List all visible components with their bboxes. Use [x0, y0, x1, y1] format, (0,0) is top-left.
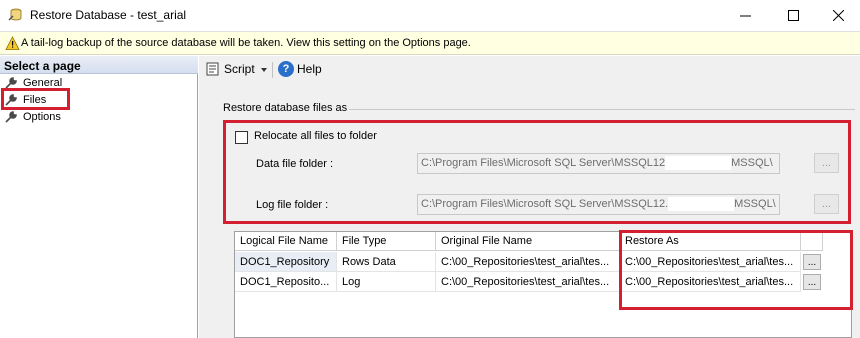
maximize-button[interactable] — [770, 0, 816, 30]
minimize-icon — [739, 15, 751, 16]
page-item-options[interactable]: Options — [4, 109, 61, 125]
column-header-original-file-name[interactable]: Original File Name — [436, 232, 620, 251]
table-cell[interactable]: DOC1_Repository — [235, 252, 337, 272]
restore-as-highlight-box — [619, 230, 853, 310]
page-item-options-label: Options — [23, 111, 61, 123]
minimize-button[interactable] — [722, 0, 768, 30]
help-label: Help — [297, 62, 322, 76]
select-page-header: Select a page — [0, 56, 198, 74]
section-divider — [349, 109, 855, 110]
table-cell[interactable]: C:\00_Repositories\test_arial\tes... — [436, 272, 620, 292]
help-button[interactable]: ? Help — [278, 61, 322, 77]
table-cell[interactable]: Rows Data — [337, 252, 436, 272]
column-header-file-type[interactable]: File Type — [337, 232, 436, 251]
select-page-title: Select a page — [4, 59, 81, 73]
help-icon: ? — [278, 61, 294, 77]
script-button[interactable]: Script — [205, 61, 255, 77]
window-title: Restore Database - test_arial — [30, 8, 187, 22]
tail-log-warning-bar: A tail-log backup of the source database… — [0, 31, 860, 55]
select-page-pane: Select a page General Files Options — [0, 56, 198, 338]
title-bar: Restore Database - test_arial — [0, 0, 860, 31]
close-icon — [832, 9, 844, 21]
table-cell[interactable]: Log — [337, 272, 436, 292]
table-cell[interactable]: DOC1_Reposito... — [235, 272, 337, 292]
warning-icon — [5, 36, 20, 50]
maximize-icon — [787, 9, 799, 21]
chevron-down-icon[interactable] — [261, 68, 267, 72]
script-icon — [206, 62, 219, 76]
warning-text: A tail-log backup of the source database… — [21, 37, 471, 49]
restore-database-icon — [8, 8, 22, 21]
close-button[interactable] — [815, 0, 860, 30]
restore-files-section-label: Restore database files as — [223, 102, 348, 114]
script-label: Script — [224, 62, 255, 76]
relocate-highlight-box — [223, 120, 851, 224]
files-page-content: Script ? Help Restore database files as … — [199, 56, 860, 338]
files-highlight-box — [1, 88, 70, 110]
table-cell[interactable]: C:\00_Repositories\test_arial\tes... — [436, 252, 620, 272]
wrench-icon — [5, 111, 17, 123]
toolbar-separator — [272, 62, 273, 78]
column-header-logical-file-name[interactable]: Logical File Name — [235, 232, 337, 251]
toolbar: Script ? Help — [199, 56, 860, 84]
